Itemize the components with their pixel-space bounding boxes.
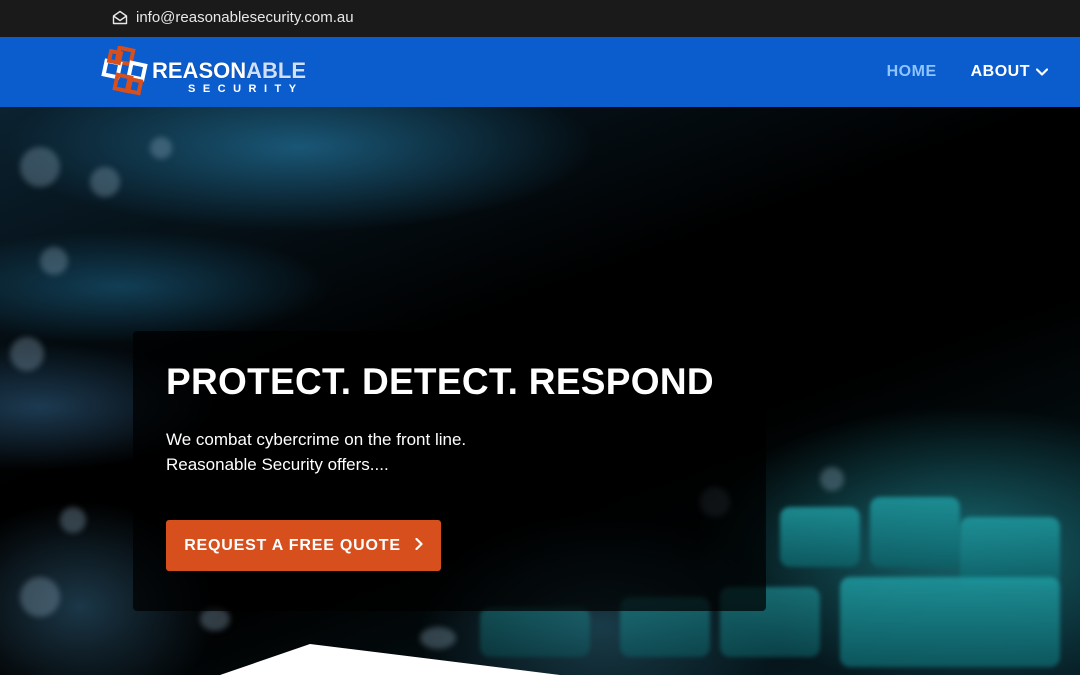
top-bar: info@reasonablesecurity.com.au [0, 0, 1080, 37]
request-quote-label: REQUEST A FREE QUOTE [184, 536, 401, 554]
section-divider-shape [220, 644, 560, 675]
nav-about-label: ABOUT [970, 63, 1030, 80]
hero-headline: PROTECT. DETECT. RESPOND [166, 361, 714, 402]
chevron-down-icon [1035, 63, 1049, 81]
interlocked-squares-logo [101, 46, 148, 96]
logo-subtitle: SECURITY [188, 83, 304, 95]
chevron-right-icon [415, 537, 423, 555]
nav-home[interactable]: HOME [887, 63, 937, 81]
site-logo[interactable]: REASONABLE SECURITY [100, 46, 325, 100]
main-nav: HOME ABOUT [887, 37, 1049, 107]
hero-subtext-line2: Reasonable Security offers.... [166, 455, 389, 474]
nav-about[interactable]: ABOUT [970, 63, 1049, 81]
nav-home-label: HOME [886, 63, 937, 80]
hero-panel: PROTECT. DETECT. RESPOND We combat cyber… [133, 331, 766, 611]
email-text: info@reasonablesecurity.com.au [136, 8, 354, 26]
request-quote-button[interactable]: REQUEST A FREE QUOTE [166, 520, 441, 571]
hero-subtext: We combat cybercrime on the front line. … [166, 427, 466, 477]
logo-wordmark: REASONABLE [152, 58, 307, 83]
site-header: REASONABLE SECURITY HOME ABOUT [0, 37, 1080, 107]
hero-section: PROTECT. DETECT. RESPOND We combat cyber… [0, 107, 1080, 675]
envelope-open-icon [112, 10, 128, 25]
email-link[interactable]: info@reasonablesecurity.com.au [112, 6, 354, 28]
hero-subtext-line1: We combat cybercrime on the front line. [166, 430, 467, 449]
